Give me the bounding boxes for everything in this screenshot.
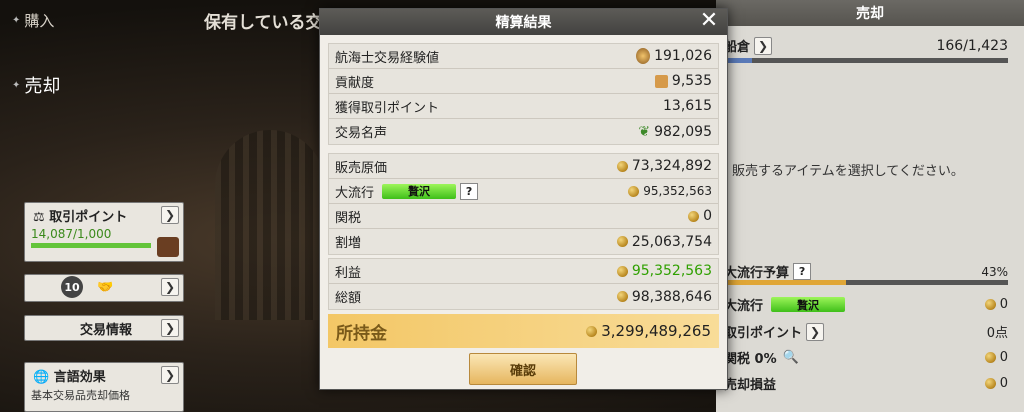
cost-row: 販売原価 73,324,892: [329, 154, 718, 179]
coin-icon: [984, 352, 996, 363]
cost-row: 関税 0: [329, 204, 718, 229]
coin-icon: [616, 160, 628, 172]
nav-sell[interactable]: ✦ 売却: [12, 72, 60, 98]
background-gate: [215, 130, 325, 320]
chevron-right-icon[interactable]: ❯: [161, 206, 179, 224]
help-icon[interactable]: ?: [460, 182, 479, 200]
profit-loss-row: 売却損益 0: [724, 376, 1008, 393]
coin-icon: [586, 326, 598, 337]
level-badge: 10: [61, 276, 83, 298]
help-icon[interactable]: ?: [793, 263, 812, 280]
luxury-badge: 贅沢: [382, 183, 457, 199]
empty-message: 販売するアイテムを選択してください。: [732, 164, 964, 179]
trend-forecast-row: 大流行予算? 43%: [724, 263, 1008, 281]
magnifier-icon[interactable]: 🔍: [783, 350, 799, 365]
settlement-dialog: 精算結果 ✕ 航海士交易経験値 191,026 貢献度 9,535 獲得取引ポイント…: [319, 8, 728, 390]
trend-row: 大流行 贅沢 0: [724, 297, 1008, 314]
chevron-right-icon[interactable]: ❯: [161, 319, 179, 337]
rewards-section: 航海士交易経験値 191,026 貢献度 9,535 獲得取引ポイント 13,615 …: [328, 43, 719, 145]
level-panel[interactable]: 10 🤝 ❯: [24, 274, 184, 302]
confirm-button[interactable]: 確認: [469, 353, 577, 385]
sell-panel-title: 売却: [716, 0, 1024, 26]
chest-icon: [157, 237, 179, 257]
scroll-icon: [654, 74, 668, 88]
coin-icon: [984, 299, 996, 310]
close-icon[interactable]: ✕: [697, 10, 721, 34]
chevron-right-icon[interactable]: ❯: [806, 322, 825, 341]
medal-icon: [636, 48, 651, 64]
globe-icon: 🌐: [33, 369, 50, 385]
chevron-right-icon[interactable]: ❯: [161, 366, 179, 384]
coin-icon: [984, 378, 996, 389]
chevron-right-icon[interactable]: ❯: [161, 278, 179, 296]
coin-icon: [616, 236, 628, 247]
laurel-icon: ❦: [638, 123, 651, 140]
costs-section: 販売原価 73,324,892 大流行 贅沢? 95,352,563 関税 0 割増 25…: [328, 153, 719, 255]
trade-points-bar: [31, 243, 151, 248]
sell-panel: 売却 船倉 ❯ 166/1,423 販売するアイテムを選択してください。 大流行予…: [716, 0, 1024, 412]
handshake-icon: 🤝: [97, 279, 114, 295]
nav-buy[interactable]: ✦ 購入: [12, 10, 54, 31]
coin-icon: [688, 210, 700, 222]
totals-section: 利益 95,352,563 総額 98,388,646: [328, 258, 719, 310]
total-row: 総額 98,388,646: [335, 288, 712, 307]
gold-label: 所持金: [336, 323, 387, 344]
cost-row: 大流行 贅沢? 95,352,563: [329, 179, 718, 204]
gold-value: 3,299,489,265: [601, 322, 711, 340]
reward-row: 交易名声 ❦ 982,095: [335, 123, 712, 142]
coin-icon: [616, 265, 628, 277]
dialog-title: 精算結果: [495, 15, 552, 31]
dialog-header: 精算結果 ✕: [320, 9, 727, 35]
language-effect-panel: 🌐 言語効果 ❯ 基本交易品売却価格: [24, 362, 184, 412]
gold-row: 所持金 3,299,489,265: [328, 314, 719, 348]
warehouse-bar: [724, 58, 1008, 63]
luxury-badge: 贅沢: [771, 297, 846, 312]
sell-trade-points-row: 取引ポイント ❯ 0点: [724, 322, 1008, 341]
tax-row: 関税 0% 🔍 0: [724, 350, 1008, 367]
scale-icon: ⚖: [33, 209, 45, 225]
warehouse-row: 船倉 ❯ 166/1,423: [724, 36, 1008, 55]
reward-row: 獲得取引ポイント 13,615: [329, 94, 718, 119]
total-row: 利益 95,352,563: [329, 259, 718, 284]
holding-title: 保有している交: [204, 13, 323, 33]
coin-icon: [616, 291, 628, 302]
coin-icon: [628, 185, 640, 197]
cost-row: 割増 25,063,754: [335, 233, 712, 252]
reward-row: 航海士交易経験値 191,026: [329, 44, 718, 69]
trade-points-panel: ⚖ 取引ポイント ❯ 14,087/1,000: [24, 202, 184, 262]
trend-forecast-bar: [724, 280, 1008, 285]
trade-info-button[interactable]: 交易情報 ❯: [24, 315, 184, 341]
chevron-right-icon[interactable]: ❯: [754, 36, 773, 55]
reward-row: 貢献度 9,535: [329, 69, 718, 94]
